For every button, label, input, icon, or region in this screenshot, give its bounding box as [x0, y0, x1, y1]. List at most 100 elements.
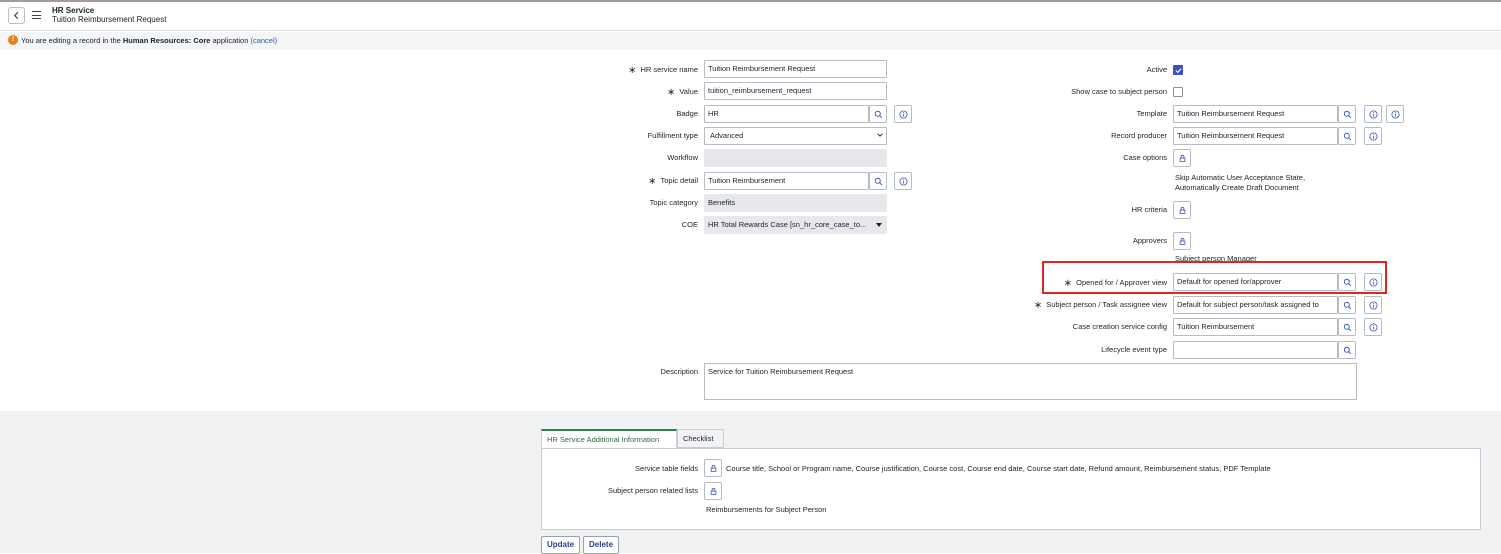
service-table-fields-lock-button[interactable] [704, 459, 722, 477]
fulfillment-type-select[interactable]: Advanced [704, 127, 887, 145]
template-label: Template [1136, 109, 1167, 118]
form-header: HR Service Tuition Reimbursement Request [0, 2, 1501, 31]
warning-icon: ! [8, 35, 18, 45]
template-lookup-button[interactable] [1338, 105, 1356, 123]
service-table-fields-value: Course title, School or Program name, Co… [726, 464, 1271, 473]
template-info-button-2[interactable] [1386, 105, 1404, 123]
search-icon [874, 110, 882, 118]
subject-person-view-input[interactable]: Default for subject person/task assigned… [1173, 296, 1338, 314]
hr-service-name-label: ∗ HR service name [628, 65, 698, 76]
tab-hr-service-additional-information[interactable]: HR Service Additional Information [541, 429, 677, 448]
topic-detail-input[interactable]: Tuition Reimbursement [704, 172, 869, 190]
subject-person-related-lists-label: Subject person related lists [607, 486, 698, 495]
search-icon [874, 177, 882, 185]
checkmark-icon [1175, 68, 1182, 74]
caret-down-icon [876, 223, 882, 227]
topic-category-label: Topic category [649, 198, 698, 207]
subject-person-view-label: ∗ Subject person / Task assignee view [1033, 300, 1167, 311]
chevron-down-icon [877, 133, 883, 137]
badge-lookup-button[interactable] [869, 105, 887, 123]
badge-info-button[interactable] [894, 105, 912, 123]
search-icon [1343, 110, 1351, 118]
scope-notice-bar: ! You are editing a record in the Human … [0, 32, 1501, 50]
required-marker: ∗ [648, 176, 657, 187]
topic-category-field: Benefits [704, 194, 887, 212]
lifecycle-event-type-label: Lifecycle event type [1101, 345, 1167, 354]
info-icon [1368, 300, 1378, 310]
approvers-lock-button[interactable] [1173, 232, 1191, 250]
update-button[interactable]: Update [541, 536, 581, 554]
topic-detail-label: ∗ Topic detail [648, 176, 698, 187]
subject-person-view-lookup-button[interactable] [1338, 296, 1356, 314]
lock-icon [1179, 154, 1185, 162]
case-creation-config-input[interactable]: Tuition Reimbursement [1173, 318, 1338, 336]
required-marker: ∗ [628, 65, 637, 76]
search-icon [1343, 301, 1351, 309]
show-case-checkbox[interactable] [1173, 87, 1183, 97]
show-case-label: Show case to subject person [1071, 87, 1167, 96]
template-info-button[interactable] [1364, 105, 1382, 123]
info-icon [1368, 109, 1378, 119]
form-body: ∗ HR service name Tuition Reimbursement R… [0, 50, 1501, 411]
highlight-box [1042, 261, 1387, 294]
value-label: ∗ Value [666, 87, 698, 98]
search-icon [1343, 323, 1351, 331]
scope-notice-text: You are editing a record in the Human Re… [21, 36, 278, 45]
record-type-title: HR Service [52, 6, 95, 15]
record-producer-lookup-button[interactable] [1338, 127, 1356, 145]
lock-icon [710, 464, 716, 472]
workflow-label: Workflow [667, 153, 698, 162]
required-marker: ∗ [1033, 300, 1043, 311]
additional-info-panel: Service table fields Course title, Schoo… [541, 448, 1481, 530]
info-icon [1368, 131, 1378, 141]
active-checkbox[interactable] [1173, 65, 1183, 75]
coe-select[interactable]: HR Total Rewards Case [sn_hr_core_case_t… [704, 216, 887, 234]
description-textarea[interactable]: Service for Tuition Reimbursement Reques… [704, 363, 1357, 400]
case-creation-config-lookup-button[interactable] [1338, 318, 1356, 336]
search-icon [1343, 132, 1351, 140]
record-producer-info-button[interactable] [1364, 127, 1382, 145]
fulfillment-type-label: Fulfillment type [647, 131, 698, 140]
case-options-value-line1: Skip Automatic User Acceptance State, [1175, 173, 1306, 182]
case-creation-config-label: Case creation service config [1072, 322, 1167, 331]
hr-criteria-lock-button[interactable] [1173, 201, 1191, 219]
application-name: Human Resources: Core [122, 36, 211, 45]
delete-button[interactable]: Delete [583, 536, 620, 554]
template-input[interactable]: Tuition Reimbursement Request [1173, 105, 1338, 123]
badge-input[interactable]: HR [704, 105, 869, 123]
chevron-left-icon [13, 11, 19, 20]
subject-person-view-info-button[interactable] [1364, 296, 1382, 314]
coe-label: COE [681, 220, 698, 229]
record-producer-input[interactable]: Tuition Reimbursement Request [1173, 127, 1338, 145]
cancel-link[interactable]: (cancel) [250, 36, 277, 45]
service-table-fields-label: Service table fields [635, 464, 698, 473]
lock-icon [710, 487, 716, 495]
case-options-lock-button[interactable] [1173, 149, 1191, 167]
approvers-label: Approvers [1132, 236, 1167, 245]
back-button[interactable] [8, 7, 25, 24]
info-icon [1390, 109, 1400, 119]
active-label: Active [1146, 65, 1167, 74]
workflow-field [704, 149, 887, 167]
topic-detail-info-button[interactable] [894, 172, 912, 190]
info-icon [1368, 322, 1378, 332]
hamburger-menu-icon[interactable] [32, 11, 41, 19]
record-name-subtitle: Tuition Reimbursement Request [52, 15, 167, 24]
required-marker: ∗ [666, 87, 676, 98]
subject-person-related-lists-lock-button[interactable] [704, 482, 722, 500]
info-icon [898, 109, 908, 119]
badge-label: Badge [676, 109, 698, 118]
topic-detail-lookup-button[interactable] [869, 172, 887, 190]
subject-person-related-lists-value: Reimbursements for Subject Person [706, 505, 827, 514]
lock-icon [1179, 237, 1185, 245]
tab-checklist[interactable]: Checklist [677, 429, 724, 448]
case-creation-config-info-button[interactable] [1364, 318, 1382, 336]
description-label: Description [660, 367, 698, 376]
lifecycle-event-type-lookup-button[interactable] [1338, 341, 1356, 359]
lock-icon [1179, 206, 1185, 214]
record-producer-label: Record producer [1111, 131, 1167, 140]
hr-service-name-input[interactable]: Tuition Reimbursement Request [704, 60, 887, 78]
lifecycle-event-type-input[interactable] [1173, 341, 1338, 359]
related-section: HR Service Additional Information Checkl… [0, 411, 1501, 554]
value-input[interactable]: tuition_reimbursement_request [704, 82, 887, 100]
